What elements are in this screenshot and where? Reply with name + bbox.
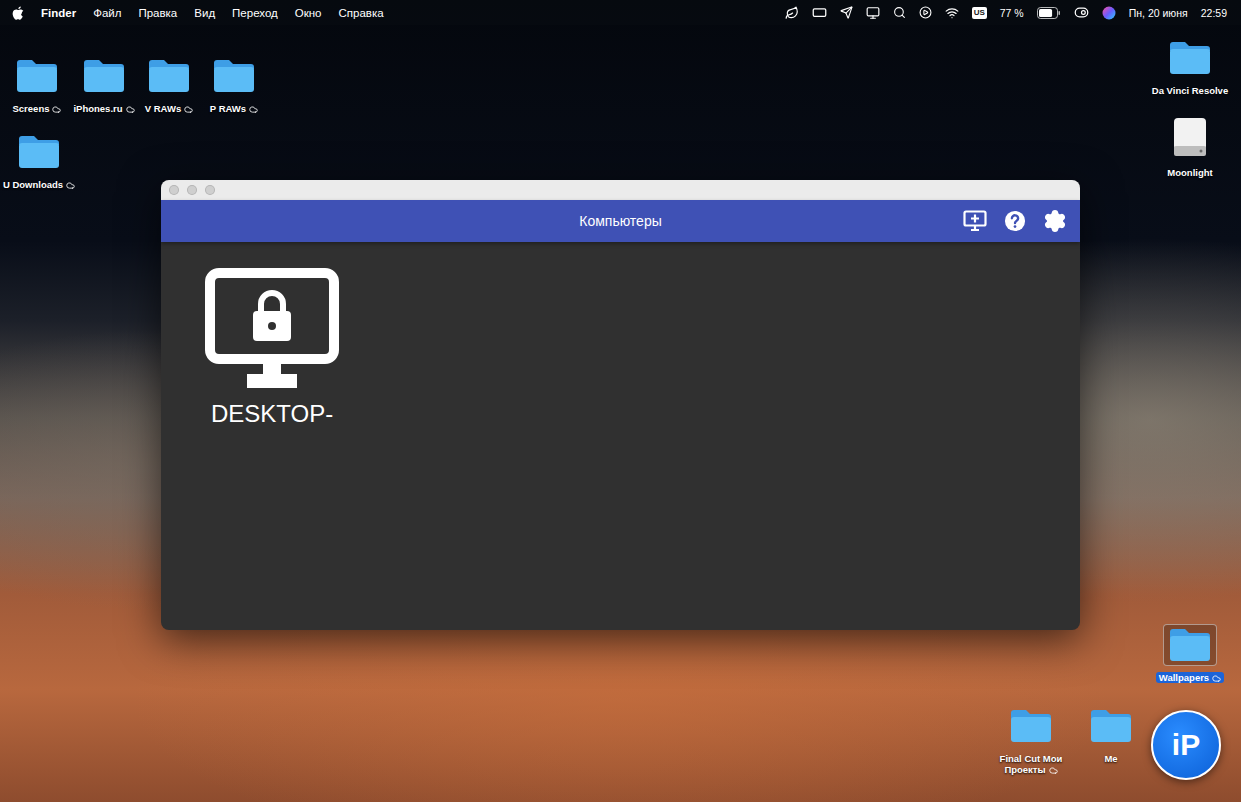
menu-item[interactable]: Finder [41,7,76,19]
computer-grid: DESKTOP- [161,242,1080,630]
close-button[interactable] [169,185,179,195]
toolbar: Компьютеры [161,200,1080,242]
computer-tile[interactable]: DESKTOP- [205,268,339,428]
desktop-icon-frame[interactable] [10,55,64,97]
desktop-icon-label[interactable]: Me [1101,753,1120,764]
icloud-icon [1049,766,1058,775]
telegram-icon[interactable] [840,6,853,19]
desktop: Finder Файл Правка Вид Переход Окно Справка US 7… [0,0,1241,802]
folder-icon [212,58,256,94]
folder-icon [1089,708,1133,744]
settings-button[interactable] [1042,208,1068,234]
desktop-icon-frame[interactable] [1165,113,1215,161]
play-icon[interactable] [919,6,932,19]
watermark-logo: iP [1151,710,1221,780]
screen-icon[interactable] [812,5,827,20]
icloud-icon [1212,674,1221,683]
menu-bar: Finder Файл Правка Вид Переход Окно Справка US 7… [0,0,1241,25]
computer-name[interactable]: DESKTOP- [211,400,333,428]
icloud-icon [66,181,75,190]
wifi-icon[interactable] [945,6,959,20]
folder-icon [1009,708,1053,744]
desktop-icon-label[interactable]: U Downloads [0,179,78,190]
desktop-icon[interactable]: Moonlight [1142,113,1238,178]
desktop-icon-label[interactable]: Screens [10,103,65,114]
desktop-icon-frame[interactable] [1084,705,1138,747]
folder-icon [147,58,191,94]
desktop-icon-label[interactable]: Wallpapers [1156,672,1224,683]
control-center-icon[interactable] [1074,5,1089,20]
menu-item[interactable]: Файл [93,7,121,19]
desktop-icon[interactable]: iPhones.ru [56,55,152,114]
search-icon[interactable] [893,6,906,19]
menu-bar-left: Finder Файл Правка Вид Переход Окно Справка [12,6,384,20]
menu-bar-right: US 77 % Пн, 20 июня 22:59 [785,5,1227,20]
desktop-icon-frame[interactable] [142,55,196,97]
menu-item[interactable]: Переход [232,7,278,19]
desktop-icon[interactable]: P RAWs [186,55,282,114]
toolbar-actions [962,200,1068,242]
desktop-icon-frame[interactable] [1163,37,1217,79]
desktop-icon[interactable]: Wallpapers [1142,624,1238,683]
title-bar[interactable] [161,180,1080,200]
toolbar-title: Компьютеры [579,213,662,229]
desktop-icon-label[interactable]: Moonlight [1164,167,1215,178]
add-computer-button[interactable] [962,208,988,234]
desktop-icon-label[interactable]: Final Cut Мои Проекты [986,753,1076,775]
menu-item[interactable]: Справка [339,7,384,19]
desktop-icon[interactable]: Screens [0,55,85,114]
desktop-icon-frame[interactable] [12,131,66,173]
add-computer-icon [963,210,987,232]
icloud-icon [249,105,258,114]
desktop-icon[interactable]: V RAWs [121,55,217,114]
desktop-icon-frame[interactable] [1004,705,1058,747]
desktop-icon[interactable]: Me [1063,705,1159,764]
help-icon [1004,210,1026,232]
desktop-icon-label[interactable]: P RAWs [207,103,261,114]
help-button[interactable] [1002,208,1028,234]
folder-icon [17,134,61,170]
folder-icon [1168,40,1212,76]
folder-icon [82,58,126,94]
desktop-icon-frame[interactable] [207,55,261,97]
zoom-button[interactable] [205,185,215,195]
battery-reading[interactable]: 77 % [1000,7,1024,19]
disk-icon [1170,116,1210,158]
siri-icon[interactable] [1102,6,1116,20]
desktop-icon-label[interactable]: V RAWs [142,103,196,114]
desktop-icon[interactable]: Final Cut Мои Проекты [983,705,1079,775]
icloud-icon [52,105,61,114]
menu-item[interactable]: Вид [194,7,215,19]
keyboard-layout[interactable]: US [972,7,987,19]
menu-item[interactable]: Окно [295,7,322,19]
desktop-icon[interactable]: Da Vinci Resolve [1142,37,1238,96]
menu-time[interactable]: 22:59 [1201,7,1227,19]
leaf-icon[interactable] [785,6,799,20]
desktop-icon[interactable]: U Downloads [0,131,87,190]
locked-computer-icon [205,268,339,390]
gear-icon [1043,209,1067,233]
icloud-icon [184,105,193,114]
folder-icon [1168,627,1212,663]
display-icon[interactable] [866,6,880,20]
minimize-button[interactable] [187,185,197,195]
desktop-icon-frame[interactable] [77,55,131,97]
folder-icon [15,58,59,94]
menu-date[interactable]: Пн, 20 июня [1129,7,1188,19]
icloud-icon [126,105,135,114]
desktop-icon-label[interactable]: iPhones.ru [70,103,137,114]
menu-item[interactable]: Правка [138,7,177,19]
moonlight-window[interactable]: Компьютеры DESKTOP- [161,180,1080,630]
desktop-icon-label[interactable]: Da Vinci Resolve [1149,85,1231,96]
apple-icon[interactable] [12,6,24,20]
desktop-icon-frame[interactable] [1163,624,1217,666]
battery-icon[interactable] [1037,7,1061,19]
